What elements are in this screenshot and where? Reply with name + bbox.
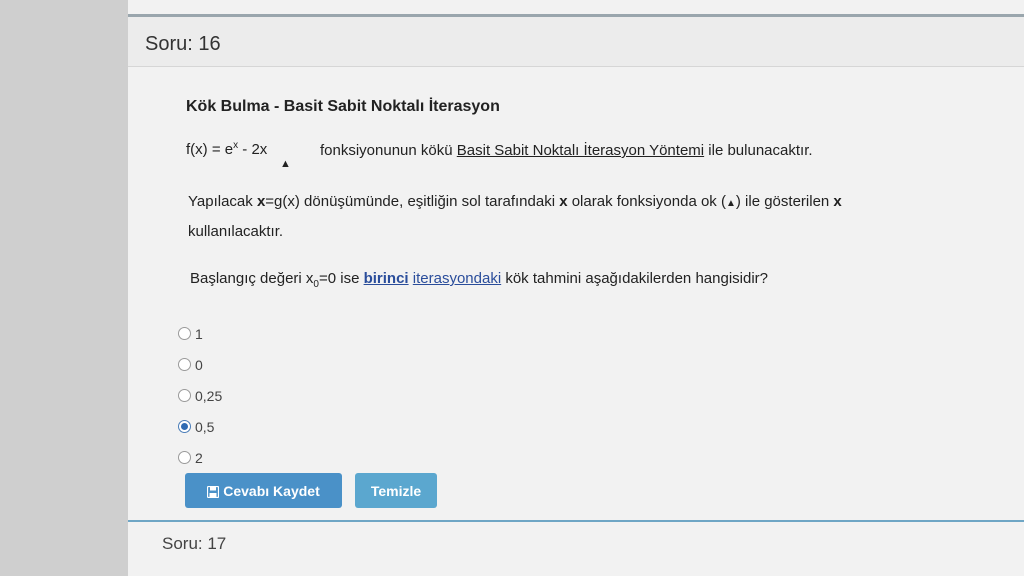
option-label: 2 bbox=[195, 449, 203, 466]
arrow-up-icon: ▲ bbox=[280, 158, 291, 170]
function-formula: f(x) = ex - 2x bbox=[186, 140, 268, 158]
radio-button[interactable] bbox=[178, 358, 191, 371]
option-5[interactable]: 2 bbox=[178, 442, 222, 473]
formula-description: fonksiyonunun kökü Basit Sabit Noktalı İ… bbox=[320, 142, 813, 159]
iteration-link: iterasyondaki bbox=[412, 270, 502, 287]
radio-button[interactable] bbox=[178, 327, 191, 340]
instruction-paragraph: Yapılacak x=g(x) dönüşümünde, eşitliğin … bbox=[188, 193, 842, 240]
question-title: Kök Bulma - Basit Sabit Noktalı İterasyo… bbox=[186, 98, 500, 115]
option-label: 0,25 bbox=[195, 387, 223, 404]
radio-button[interactable] bbox=[178, 451, 191, 464]
question-number: Soru: 16 bbox=[145, 33, 221, 55]
arrow-up-icon: ▲ bbox=[725, 198, 736, 209]
option-4[interactable]: 0,5 bbox=[178, 411, 222, 442]
option-3[interactable]: 0,25 bbox=[178, 380, 222, 411]
next-question-number: Soru: 17 bbox=[162, 534, 227, 553]
option-label: 0,5 bbox=[195, 418, 215, 435]
option-1[interactable]: 1 bbox=[178, 318, 222, 349]
radio-button[interactable] bbox=[178, 389, 191, 402]
save-icon bbox=[207, 485, 220, 498]
option-2[interactable]: 0 bbox=[178, 349, 222, 380]
clear-label: Temizle bbox=[370, 482, 422, 499]
bottom-divider bbox=[128, 520, 1024, 522]
question-prompt: Başlangıç değeri x0=0 ise birinci iteras… bbox=[190, 270, 768, 290]
option-label: 0 bbox=[195, 356, 203, 373]
method-name: Basit Sabit Noktalı İterasyon Yöntemi bbox=[456, 142, 705, 159]
quiz-page: Soru: 16 Kök Bulma - Basit Sabit Noktalı… bbox=[128, 0, 1024, 576]
action-buttons: Cevabı Kaydet Temizle bbox=[185, 473, 437, 508]
save-answer-button[interactable]: Cevabı Kaydet bbox=[185, 473, 342, 508]
save-answer-label: Cevabı Kaydet bbox=[223, 482, 320, 499]
clear-button[interactable]: Temizle bbox=[355, 473, 437, 508]
question-header: Soru: 16 bbox=[128, 17, 1024, 67]
radio-button-selected[interactable] bbox=[178, 420, 191, 433]
option-label: 1 bbox=[195, 325, 203, 342]
answer-options: 1 0 0,25 0,5 2 bbox=[178, 318, 222, 473]
emphasis-link: birinci bbox=[363, 270, 409, 287]
